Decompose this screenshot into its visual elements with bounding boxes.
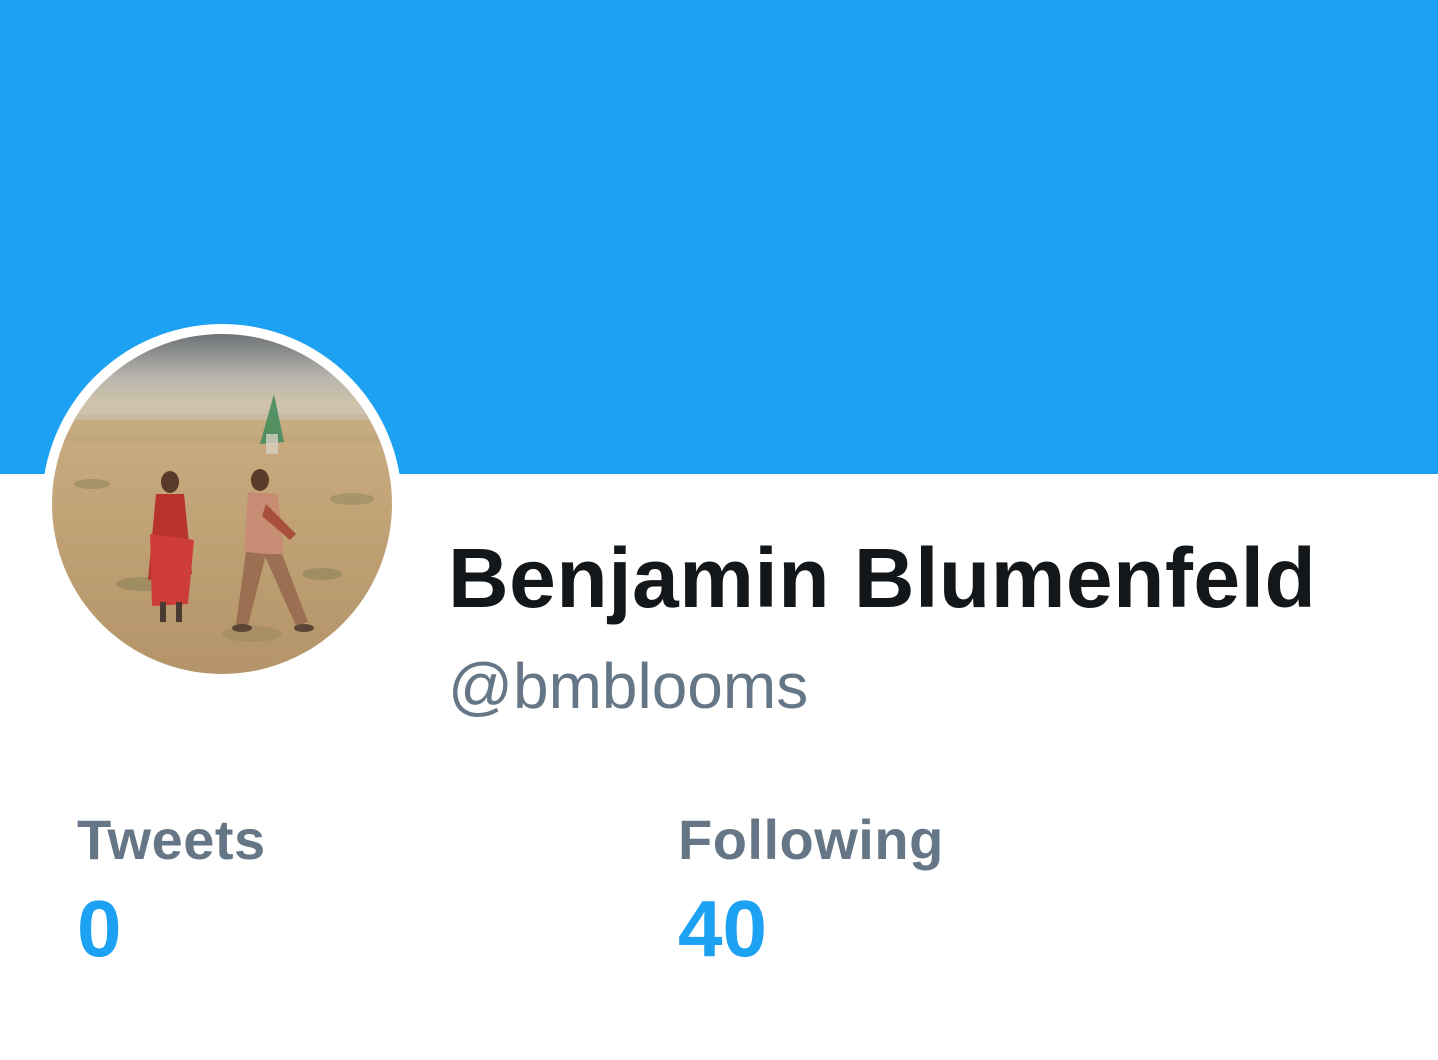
stat-following-count: 40: [678, 884, 767, 974]
stat-following-label: Following: [678, 808, 944, 871]
stat-tweets[interactable]: Tweets 0: [77, 806, 266, 973]
stat-following[interactable]: Following 40: [678, 806, 944, 973]
user-handle[interactable]: @bmblooms: [448, 648, 808, 725]
display-name[interactable]: Benjamin Blumenfeld: [448, 530, 1316, 627]
stat-tweets-count: 0: [77, 884, 122, 974]
avatar-ring: [42, 324, 402, 684]
stat-tweets-label: Tweets: [77, 808, 266, 871]
profile-card: Benjamin Blumenfeld @bmblooms Tweets 0 F…: [0, 0, 1438, 1060]
avatar-image: [52, 334, 392, 674]
avatar[interactable]: [52, 334, 392, 674]
